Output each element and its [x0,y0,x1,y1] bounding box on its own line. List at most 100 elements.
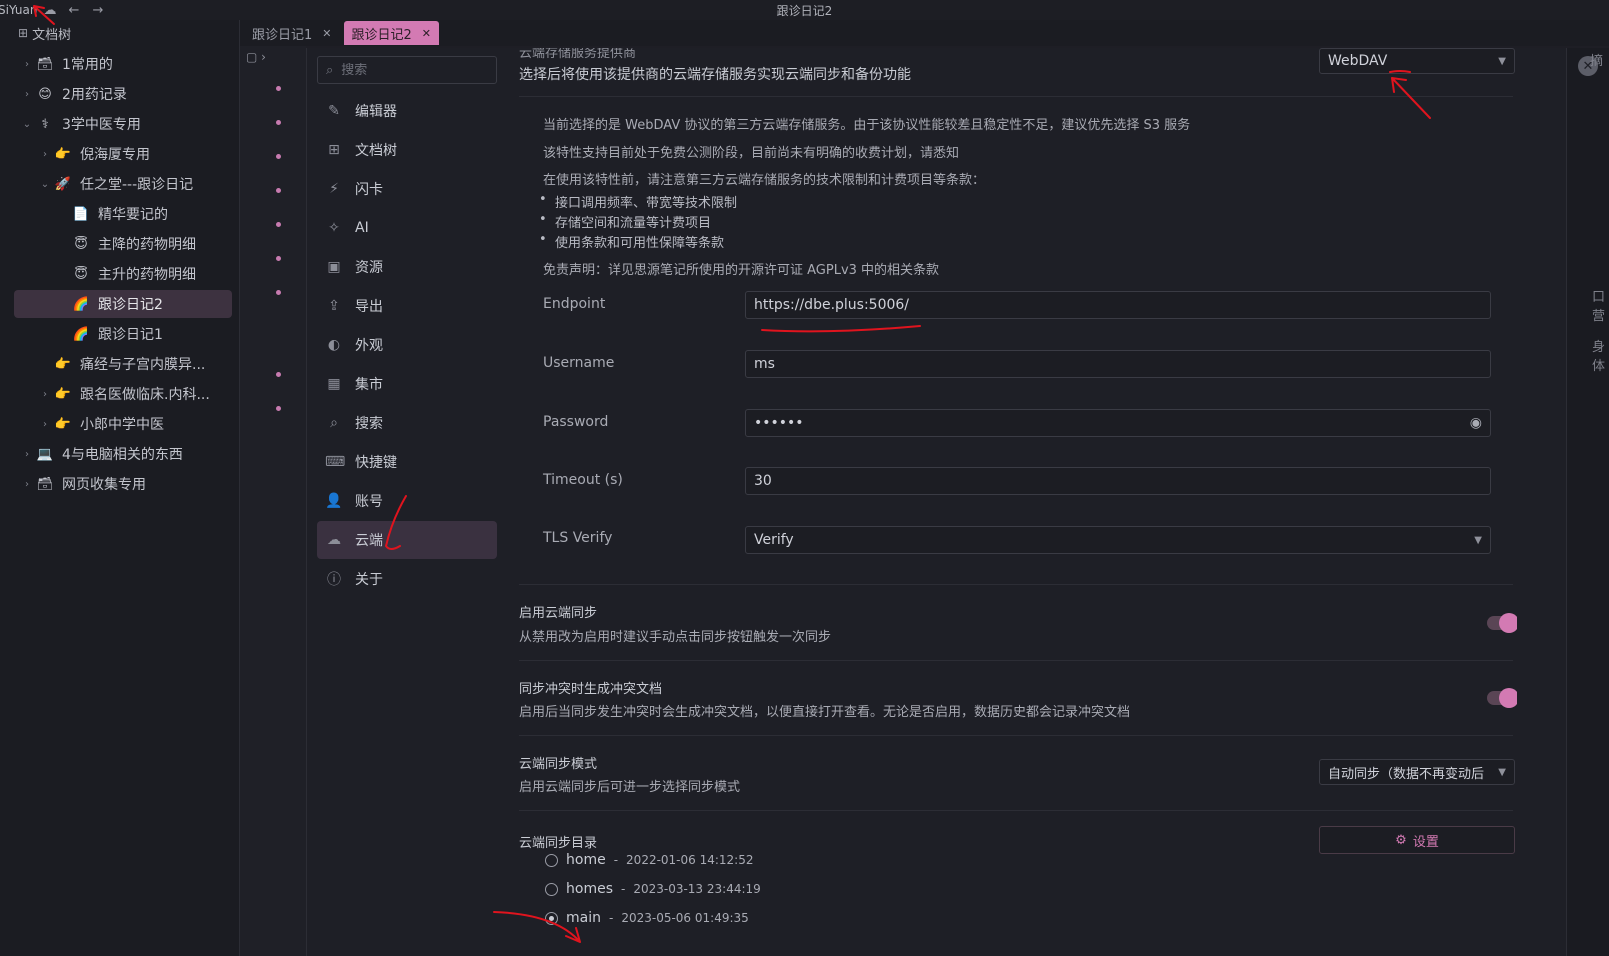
settings-nav-item[interactable]: ▣ 资源 [317,248,497,286]
chevron-icon[interactable]: › [38,419,52,430]
password-input[interactable] [754,415,1470,431]
settings-nav-item[interactable]: ⓘ 关于 [317,560,497,598]
editor-area [240,20,306,956]
nav-label: 编辑器 [355,104,397,120]
settings-nav-item[interactable]: ✎ 编辑器 [317,92,497,130]
settings-nav-item[interactable]: ⌕ 搜索 [317,404,497,442]
list-bullet [276,154,281,159]
settings-nav-item[interactable]: ⌨ 快捷键 [317,443,497,481]
list-bullet [276,256,281,261]
settings-nav-item[interactable]: ⊞ 文档树 [317,131,497,169]
list-bullet [276,372,281,377]
tab-doc-2[interactable]: 跟诊日记2 ✕ [343,21,439,45]
nav-icon: ✧ [328,220,340,236]
endpoint-field[interactable] [745,291,1491,319]
username-input[interactable] [754,356,1482,372]
tree-item[interactable]: 👉 痛经与子宫内膜异... [14,350,232,378]
settings-nav-item[interactable]: ✧ AI [317,209,497,247]
settings-nav-item[interactable]: ▦ 集市 [317,365,497,403]
chevron-icon[interactable]: › [20,449,34,460]
chevron-down-icon: ▼ [1498,55,1506,67]
list-bullet [276,120,281,125]
tree-item[interactable]: ⌄ ⚕ 3学中医专用 [14,110,232,138]
nav-icon: ⓘ [327,572,341,588]
chevron-icon[interactable]: › [38,149,52,160]
settings-nav-item[interactable]: ☁ 云端 [317,521,497,559]
close-icon[interactable]: ✕ [422,27,431,40]
provider-title: 云端存储服务提供商 [519,48,637,61]
tree-item-label: 3学中医专用 [62,117,141,133]
toggle-knob [1499,688,1517,708]
tree-item[interactable]: › 😊 2用药记录 [14,80,232,108]
sync-dir-home[interactable]: home - 2022-01-06 14:12:52 [545,852,754,868]
provider-select-value: WebDAV [1328,53,1388,69]
tree-item-label: 小郎中学中医 [80,417,164,433]
tree-item[interactable]: › 👉 倪海厦专用 [14,140,232,168]
password-field[interactable]: ◉ [745,409,1491,437]
timeout-input[interactable] [754,473,1482,489]
tree-item-label: 任之堂---跟诊日记 [80,177,194,193]
app-brand[interactable]: SiYuan [0,3,38,17]
tree-item[interactable]: › 🗃 网页收集专用 [14,470,232,498]
radio-icon[interactable] [545,853,558,867]
sync-dir-settings-button[interactable]: ⚙ 设置 [1319,826,1515,854]
tree-item[interactable]: 🌈 跟诊日记2 [14,290,232,318]
sync-enable-toggle[interactable] [1487,613,1517,633]
tree-item[interactable]: 😇 主降的药物明细 [14,230,232,258]
settings-nav-item[interactable]: ⚡ 闪卡 [317,170,497,208]
tree-item[interactable]: › 👉 跟名医做临床.内科... [14,380,232,408]
doc-emoji-icon: 🌈 [72,326,90,342]
provider-select[interactable]: WebDAV ▼ [1319,48,1515,74]
settings-nav: ⌕ ✎ 编辑器 ⊞ 文档树 ⚡ 闪卡 ✧ AI ▣ 资源 ⇪ 导出 ◐ 外观 ▦ 集市 ⌕ 搜索 ⌨ 快捷键 👤 账号 ☁ 云… [307,48,507,956]
settings-search-input[interactable] [341,62,472,78]
timeout-field[interactable] [745,467,1491,495]
nav-label: 搜索 [355,416,383,432]
tree-item-label: 倪海厦专用 [80,147,150,163]
settings-search[interactable]: ⌕ [317,56,497,84]
tree-item[interactable]: › 👉 小郎中学中医 [14,410,232,438]
endpoint-input[interactable] [754,297,1482,313]
divider [519,735,1513,736]
doc-tree-title: 文档树 [32,27,72,43]
close-icon[interactable]: ✕ [322,27,331,40]
notice-line-2: 该特性支持目前处于免费公测阶段，目前尚未有明确的收费计划，请悉知 [543,146,960,161]
tree-item-label: 1常用的 [62,57,113,73]
nav-label: 快捷键 [355,455,397,471]
tree-item[interactable]: 🌈 跟诊日记1 [14,320,232,348]
nav-icon: ☁ [327,532,341,548]
tree-item-label: 跟诊日记2 [98,297,163,313]
tree-item[interactable]: ⌄ 🚀 任之堂---跟诊日记 [14,170,232,198]
username-field[interactable] [745,350,1491,378]
sync-dir-homes[interactable]: homes - 2023-03-13 23:44:19 [545,881,761,897]
cloud-icon[interactable]: ☁ [38,0,62,20]
chevron-icon[interactable]: › [20,479,34,490]
settings-nav-item[interactable]: ◐ 外观 [317,326,497,364]
doc-emoji-icon: ⚕ [41,116,49,132]
sync-mode-select[interactable]: 自动同步（数据不再变动后 ▼ [1319,759,1515,785]
tree-item[interactable]: › 💻 4与电脑相关的东西 [14,440,232,468]
title-bar: SiYuan ☁ ← → 跟诊日记2 [0,0,1609,20]
chevron-down-icon: ▼ [1474,534,1482,546]
tls-verify-select[interactable]: Verify ▼ [745,526,1491,554]
doc-emoji-icon: 💻 [36,446,54,462]
eye-icon[interactable]: ◉ [1470,415,1482,431]
settings-nav-item[interactable]: ⇪ 导出 [317,287,497,325]
radio-icon[interactable] [545,882,558,896]
back-arrow-icon[interactable]: ← [62,0,86,20]
chevron-icon[interactable]: › [20,59,34,70]
tree-item[interactable]: 📄 精华要记的 [14,200,232,228]
forward-arrow-icon[interactable]: → [86,0,110,20]
chevron-icon[interactable]: ⌄ [38,179,52,190]
chevron-icon[interactable]: › [38,389,52,400]
tree-item[interactable]: › 🗃 1常用的 [14,50,232,78]
conflict-toggle[interactable] [1487,688,1517,708]
tree-item[interactable]: 😇 主升的药物明细 [14,260,232,288]
nav-label: AI [355,220,369,236]
nav-icon: ⌨ [325,454,346,470]
tab-doc-1[interactable]: 跟诊日记1 ✕ [244,21,340,45]
chevron-icon[interactable]: › [20,89,34,100]
settings-nav-item[interactable]: 👤 账号 [317,482,497,520]
chevron-icon[interactable]: ⌄ [20,119,34,130]
radio-checked-icon[interactable] [545,911,558,925]
sync-dir-main[interactable]: main - 2023-05-06 01:49:35 [545,910,749,926]
